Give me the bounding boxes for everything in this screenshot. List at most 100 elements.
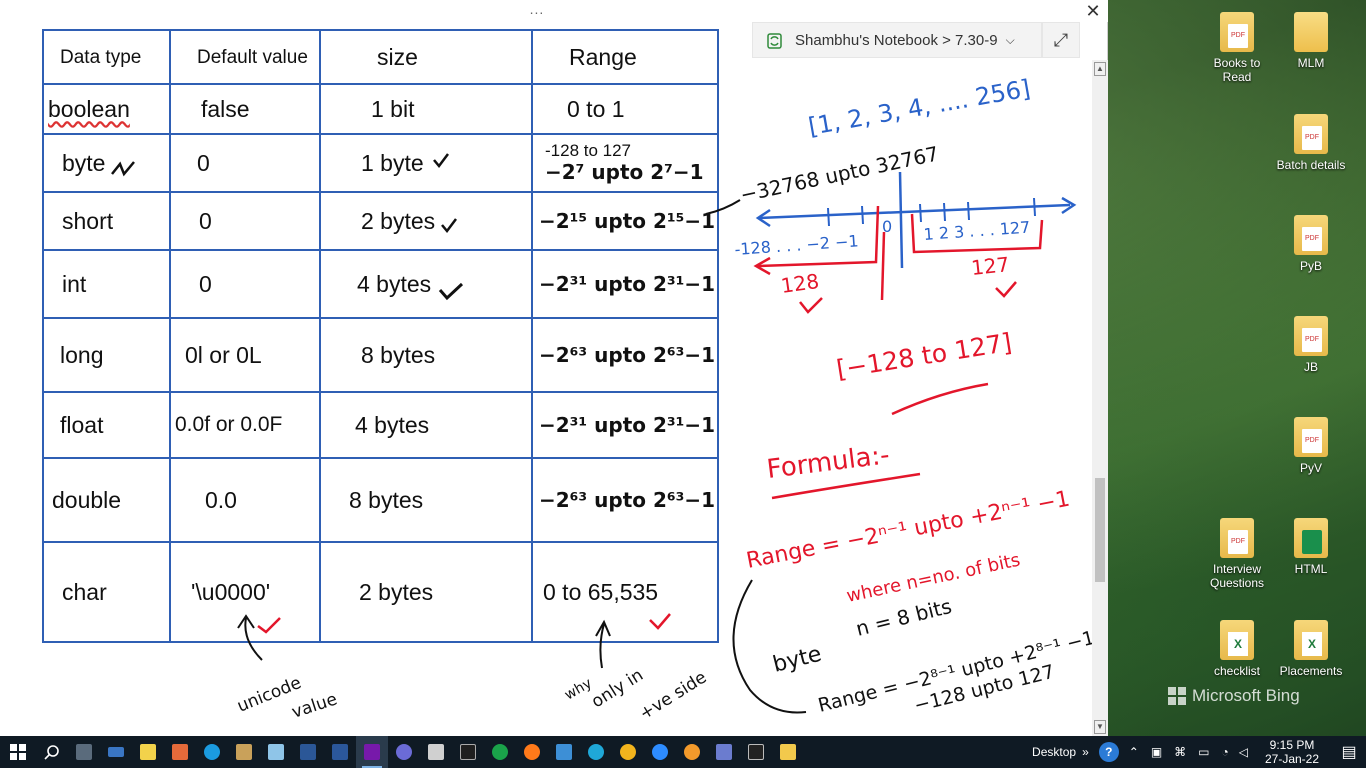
app-icon xyxy=(396,744,412,760)
pdf-folder-icon xyxy=(1294,114,1328,154)
battery-icon[interactable]: ▭ xyxy=(1198,745,1209,759)
sync-notebook-icon xyxy=(767,33,782,49)
taskbar-app[interactable] xyxy=(228,736,260,768)
desktop-icon-interview-questions[interactable]: Interview Questions xyxy=(1199,518,1275,590)
chevron-down-icon[interactable]: ⌵ xyxy=(1006,33,1015,48)
excel-file-icon xyxy=(1220,620,1254,660)
ink-zero-label: 0 xyxy=(882,217,892,236)
cell-range: −2³¹ upto 2³¹−1 xyxy=(531,391,719,459)
taskbar-explorer[interactable] xyxy=(772,736,804,768)
taskbar-notepad[interactable] xyxy=(260,736,292,768)
app-icon xyxy=(236,744,252,760)
ink-bracket-negative xyxy=(757,205,880,268)
cell-type: short xyxy=(42,191,171,251)
ink-value-note: value xyxy=(289,689,339,722)
ink-set-notation: [1, 2, 3, 4, .... 256] xyxy=(806,74,1032,141)
folder-icon xyxy=(1294,12,1328,52)
ink-count-negative: 128 xyxy=(779,269,820,298)
scroll-down-icon[interactable]: ▼ xyxy=(1094,720,1106,734)
monitor-icon xyxy=(556,744,572,760)
taskbar-app[interactable] xyxy=(420,736,452,768)
cell-range: 0 to 1 xyxy=(531,83,719,135)
taskbar-calculator[interactable] xyxy=(68,736,100,768)
taskbar-firefox[interactable] xyxy=(516,736,548,768)
ink-arrow-left xyxy=(755,208,771,228)
taskbar-zoom[interactable] xyxy=(644,736,676,768)
folder-icon xyxy=(780,744,796,760)
notebook-breadcrumb[interactable]: Shambhu's Notebook > 7.30-9 ⌵ xyxy=(752,22,1042,58)
ink-ticks xyxy=(827,197,1036,227)
zoom-icon xyxy=(652,744,668,760)
clock[interactable]: 9:15 PM 27-Jan-22 xyxy=(1252,738,1332,766)
firefox-icon xyxy=(524,744,540,760)
table-row: double 0.0 8 bytes −2⁶³ upto 2⁶³−1 xyxy=(42,457,719,543)
close-button[interactable]: ✕ xyxy=(1080,0,1106,22)
taskbar-word[interactable] xyxy=(324,736,356,768)
desktop-icon-placements[interactable]: Placements xyxy=(1273,620,1349,678)
cell-default: 0.0 xyxy=(169,457,321,543)
desktop-icon-checklist[interactable]: checklist xyxy=(1199,620,1275,678)
header-size: size xyxy=(319,29,533,85)
ink-byte-range: [−128 to 127] xyxy=(834,328,1013,384)
toolbar-chevron[interactable]: » xyxy=(1082,745,1089,759)
cell-range: -128 to 127 −2⁷ upto 2⁷−1 xyxy=(531,133,719,193)
onenote-icon xyxy=(364,744,380,760)
chevron-up-icon[interactable]: ⌃ xyxy=(1129,745,1139,759)
sticky-notes-icon xyxy=(140,744,156,760)
taskbar-keyboard[interactable] xyxy=(100,736,132,768)
taskbar-chrome[interactable] xyxy=(612,736,644,768)
taskbar-paint[interactable] xyxy=(164,736,196,768)
desktop-icon-books-to-read[interactable]: Books to Read xyxy=(1199,12,1275,84)
vertical-scrollbar[interactable]: ▲ ▼ xyxy=(1092,60,1108,736)
cell-size: 1 bit xyxy=(319,83,533,135)
desktop-icon-html[interactable]: HTML xyxy=(1273,518,1349,576)
search-button[interactable] xyxy=(36,736,68,768)
onenote-window: ... ✕ Shambhu's Notebook > 7.30-9 ⌵ ⤢ Da… xyxy=(0,0,1108,736)
desktop-icon-batch-details[interactable]: Batch details xyxy=(1273,114,1349,172)
cell-default: 0.0f or 0.0F xyxy=(169,391,321,459)
breadcrumb-text: Shambhu's Notebook > 7.30-9 xyxy=(795,31,998,49)
desktop-icon-mlm[interactable]: MLM xyxy=(1273,12,1349,70)
cell-size: 1 byte xyxy=(319,133,533,193)
cell-type: int xyxy=(42,249,171,319)
help-icon[interactable]: ? xyxy=(1098,742,1119,762)
taskbar-app[interactable] xyxy=(708,736,740,768)
taskbar-app[interactable] xyxy=(548,736,580,768)
table-row: char '\u0000' 2 bytes 0 to 65,535 xyxy=(42,541,719,643)
desktop-icon-jb[interactable]: JB xyxy=(1273,316,1349,374)
taskbar-app[interactable] xyxy=(484,736,516,768)
desktop-icon-pyb[interactable]: PyB xyxy=(1273,215,1349,273)
cell-range: −2⁶³ upto 2⁶³−1 xyxy=(531,457,719,543)
drag-handle[interactable]: ... xyxy=(522,1,552,17)
notifications-icon[interactable]: ▤ xyxy=(1332,742,1366,762)
taskbar-pycharm[interactable] xyxy=(452,736,484,768)
taskbar-skype[interactable] xyxy=(196,736,228,768)
app-icon xyxy=(428,744,444,760)
taskbar-cmd[interactable] xyxy=(740,736,772,768)
expand-button[interactable]: ⤢ xyxy=(1042,22,1080,58)
desktop-icon-pyv[interactable]: PyV xyxy=(1273,417,1349,475)
desktop-toolbar-label[interactable]: Desktop xyxy=(1032,745,1076,759)
ink-where-note: where n=no. of bits xyxy=(845,550,1022,607)
wifi-icon[interactable]: ◔ xyxy=(1222,745,1229,759)
meet-icon[interactable]: ▣ xyxy=(1151,745,1162,759)
taskbar-app[interactable] xyxy=(292,736,324,768)
cell-default: 0 xyxy=(169,133,321,193)
start-button[interactable] xyxy=(0,736,36,768)
taskbar-app[interactable] xyxy=(676,736,708,768)
taskbar-edge[interactable] xyxy=(580,736,612,768)
ink-underline xyxy=(771,472,921,500)
bing-logo-icon xyxy=(1168,687,1186,705)
microsoft-bing-watermark: Microsoft Bing xyxy=(1168,686,1300,706)
ink-negative-labels: -128 . . . −2 −1 xyxy=(734,231,859,259)
cell-size: 2 bytes xyxy=(319,191,533,251)
taskbar-notes[interactable] xyxy=(132,736,164,768)
html-file-icon xyxy=(1294,518,1328,558)
scrollbar-thumb[interactable] xyxy=(1095,478,1105,582)
network-icon[interactable]: ⌘ xyxy=(1174,745,1186,759)
volume-icon[interactable]: ◁ xyxy=(1239,745,1248,759)
taskbar-onenote[interactable] xyxy=(356,736,388,768)
title-bar[interactable]: ... ✕ xyxy=(0,0,1108,22)
taskbar-app[interactable] xyxy=(388,736,420,768)
scroll-up-icon[interactable]: ▲ xyxy=(1094,62,1106,76)
